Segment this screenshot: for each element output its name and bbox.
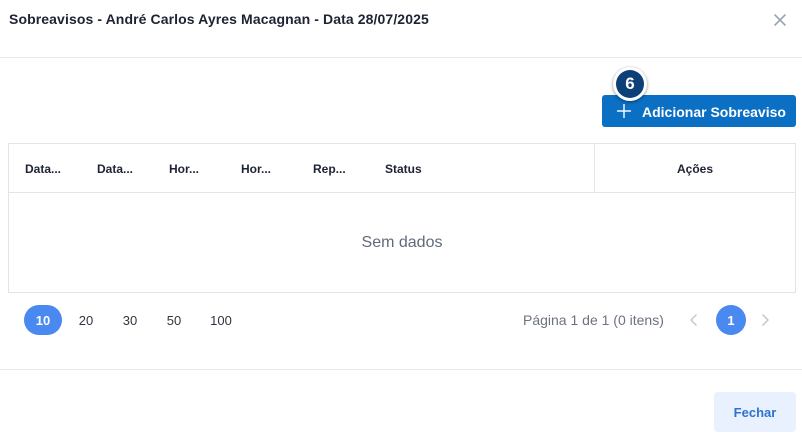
fechar-button[interactable]: Fechar [714, 392, 796, 432]
sobreavisos-dialog: Sobreavisos - André Carlos Ayres Macagna… [0, 0, 802, 443]
page-button-1[interactable]: 1 [716, 305, 746, 335]
page-size-20[interactable]: 20 [70, 305, 102, 335]
column-header-status[interactable]: Status [385, 162, 422, 176]
add-sobreaviso-label: Adicionar Sobreaviso [642, 104, 786, 120]
page-info: Página 1 de 1 (0 itens) [523, 312, 664, 328]
page-size-50[interactable]: 50 [158, 305, 190, 335]
column-header-rep[interactable]: Rep... [313, 162, 346, 176]
dialog-footer: Fechar [0, 369, 802, 443]
page-size-10[interactable]: 10 [24, 305, 62, 335]
page-size-30[interactable]: 30 [114, 305, 146, 335]
dialog-title: Sobreavisos - André Carlos Ayres Macagna… [9, 11, 429, 27]
grid-header: Data... Data... Hor... Hor... Rep... Sta… [9, 144, 795, 193]
plus-icon [616, 103, 632, 119]
step-badge-number: 6 [616, 70, 644, 98]
pager: 10 20 30 50 100 Página 1 de 1 (0 itens) … [0, 305, 802, 335]
column-header-acoes: Ações [676, 162, 714, 176]
column-header-hora-2[interactable]: Hor... [241, 162, 271, 176]
chevron-left-icon[interactable] [687, 313, 701, 327]
chevron-right-icon[interactable] [758, 313, 772, 327]
column-header-data-2[interactable]: Data... [97, 162, 133, 176]
step-badge: 6 [613, 67, 647, 101]
grid-empty-message: Sem dados [361, 234, 443, 251]
page-size-100[interactable]: 100 [202, 305, 240, 335]
column-header-hora-1[interactable]: Hor... [169, 162, 199, 176]
dialog-header: Sobreavisos - André Carlos Ayres Macagna… [0, 0, 802, 58]
close-icon[interactable] [770, 10, 790, 30]
column-header-data-1[interactable]: Data... [25, 162, 61, 176]
sobreavisos-grid: Data... Data... Hor... Hor... Rep... Sta… [8, 143, 796, 293]
